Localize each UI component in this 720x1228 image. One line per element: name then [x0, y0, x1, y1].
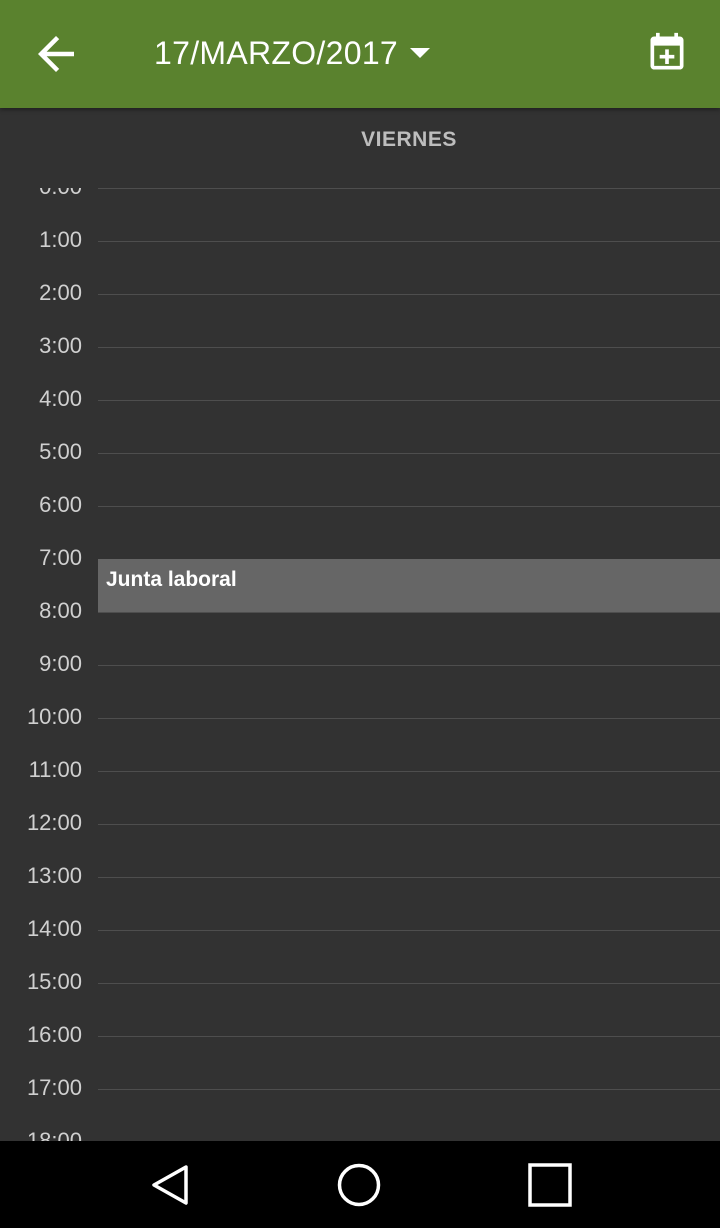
hour-row[interactable]: 3:00	[0, 333, 720, 400]
hour-label: 5:00	[39, 439, 82, 464]
hour-label: 7:00	[39, 545, 82, 570]
hour-divider	[98, 241, 720, 242]
hour-label: 0:00	[0, 188, 82, 200]
event-title: Junta laboral	[106, 568, 237, 591]
hour-label: 10:00	[26, 704, 82, 729]
hour-divider	[98, 771, 720, 772]
hour-grid[interactable]: 0:00 1:00 2:00 3:00 4:00 5:00 6:00 7:00 8:00 9:00…	[0, 188, 720, 1141]
hour-label: 13:00	[26, 863, 82, 888]
hour-divider	[98, 400, 720, 401]
day-of-week-header: VIERNES	[361, 128, 457, 151]
nav-recents-icon	[528, 1162, 572, 1207]
hour-row[interactable]: 17:00	[0, 1075, 720, 1141]
nav-home-button[interactable]	[299, 1141, 419, 1228]
calendar-event[interactable]: Junta laboral	[98, 559, 720, 612]
hour-row[interactable]: 5:00	[0, 439, 720, 506]
hour-divider	[98, 665, 720, 666]
nav-home-icon	[337, 1163, 381, 1206]
date-selector[interactable]: 17/MARZO/2017	[154, 28, 431, 78]
nav-recents-button[interactable]	[490, 1141, 610, 1228]
hour-divider	[98, 506, 720, 507]
hour-label: 2:00	[39, 280, 82, 305]
calendar-plus-icon	[650, 32, 684, 70]
nav-back-icon	[152, 1164, 188, 1205]
system-nav-bar	[0, 1141, 720, 1228]
calendar-day-screen: 17/MARZO/2017 VIERNES 0:00 1:00 2:00 3:00 4:…	[0, 0, 720, 1228]
hour-label: 15:00	[26, 969, 82, 994]
hour-label: 4:00	[39, 386, 82, 411]
hour-divider	[98, 612, 720, 613]
hour-row[interactable]: 15:00	[0, 969, 720, 1036]
hour-divider	[98, 1089, 720, 1090]
arrow-back-icon	[38, 36, 74, 72]
hour-divider	[98, 824, 720, 825]
back-button[interactable]	[16, 14, 96, 94]
hour-label: 18:00	[26, 1128, 82, 1141]
hour-divider	[98, 718, 720, 719]
app-bar: 17/MARZO/2017	[0, 0, 720, 108]
hour-label: 12:00	[26, 810, 82, 835]
nav-back-button[interactable]	[110, 1141, 230, 1228]
hour-row[interactable]: 9:00	[0, 651, 720, 718]
hour-row[interactable]: 11:00	[0, 757, 720, 824]
hour-divider	[98, 294, 720, 295]
date-title-text: 17/MARZO/2017	[154, 34, 399, 71]
hour-label: 9:00	[39, 651, 82, 676]
hour-label: 17:00	[26, 1075, 82, 1100]
hour-row[interactable]: 10:00	[0, 704, 720, 771]
hour-divider	[98, 188, 720, 189]
hour-label: 3:00	[39, 333, 82, 358]
hour-row[interactable]: 14:00	[0, 916, 720, 983]
hour-divider	[98, 877, 720, 878]
hour-divider	[98, 1036, 720, 1037]
hour-row[interactable]: 8:00	[0, 598, 720, 665]
hour-row[interactable]: 2:00	[0, 280, 720, 347]
hour-row[interactable]: 1:00	[0, 227, 720, 294]
hour-label: 8:00	[39, 598, 82, 623]
hour-divider	[98, 983, 720, 984]
hour-divider	[98, 453, 720, 454]
hour-label: 16:00	[26, 1022, 82, 1047]
dropdown-caret-icon	[410, 48, 431, 58]
hour-row[interactable]: 13:00	[0, 863, 720, 930]
hour-label: 6:00	[39, 492, 82, 517]
add-event-button[interactable]	[634, 20, 700, 86]
hour-row[interactable]: 16:00	[0, 1022, 720, 1089]
hour-row[interactable]: 6:00	[0, 492, 720, 559]
hour-label: 11:00	[28, 757, 82, 782]
hour-label: 1:00	[39, 227, 82, 252]
hour-divider	[98, 930, 720, 931]
hour-label: 14:00	[26, 916, 82, 941]
hour-row[interactable]: 0:00	[0, 188, 720, 241]
hour-row[interactable]: 12:00	[0, 810, 720, 877]
hour-row[interactable]: 4:00	[0, 386, 720, 453]
hour-divider	[98, 347, 720, 348]
